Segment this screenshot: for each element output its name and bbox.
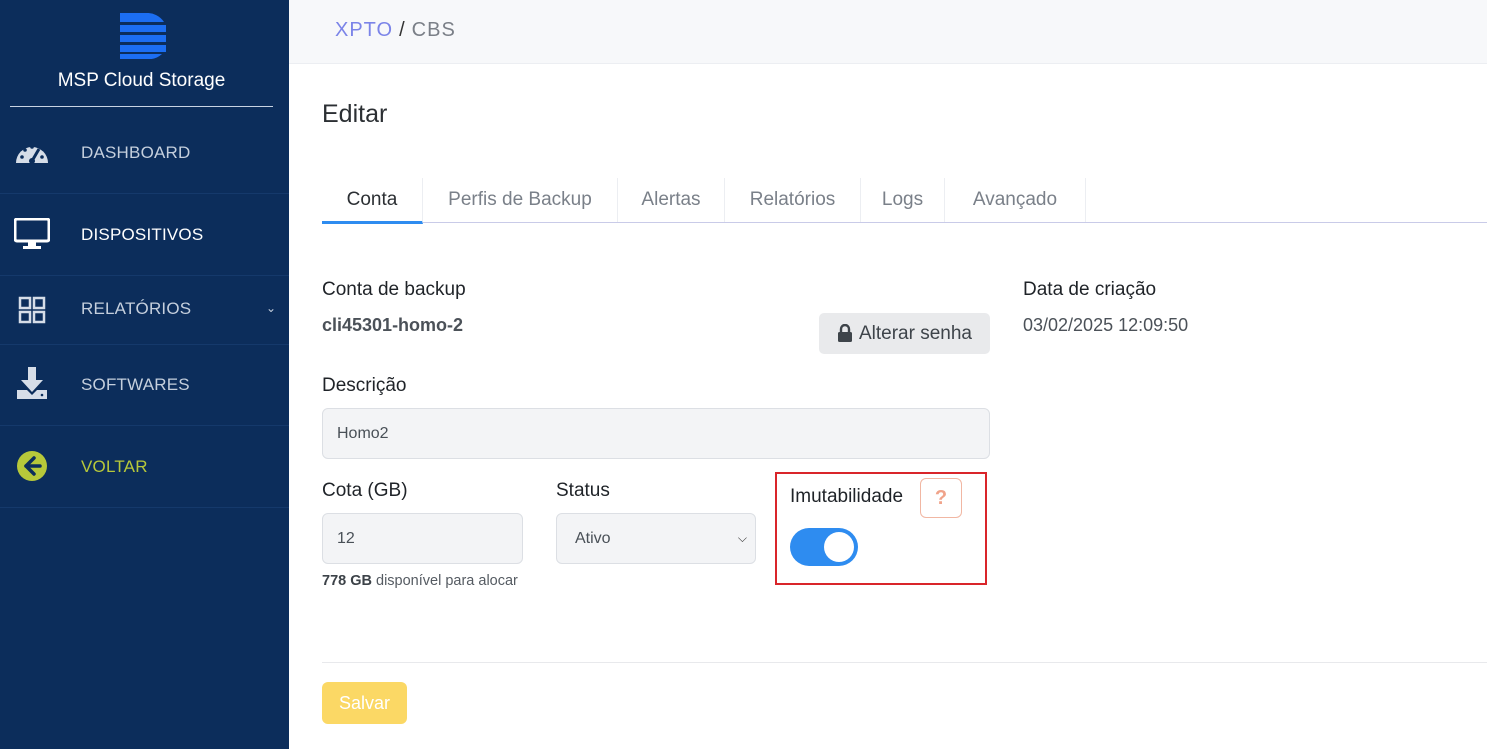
tab-relatorios[interactable]: Relatórios bbox=[725, 178, 861, 222]
monitor-icon bbox=[14, 216, 50, 252]
sidebar-item-label: DASHBOARD bbox=[81, 143, 191, 162]
created-label: Data de criação bbox=[1023, 279, 1157, 300]
tab-conta[interactable]: Conta bbox=[322, 178, 423, 224]
status-label: Status bbox=[556, 480, 610, 501]
sidebar-item-label: DISPOSITIVOS bbox=[81, 225, 204, 244]
tab-logs[interactable]: Logs bbox=[861, 178, 945, 222]
status-select[interactable]: Ativo ⌵ bbox=[556, 513, 756, 564]
created-value: 03/02/2025 12:09:50 bbox=[1023, 315, 1189, 335]
sidebar-item-label: VOLTAR bbox=[81, 457, 148, 476]
breadcrumb-separator: / bbox=[399, 19, 406, 41]
status-selected-value: Ativo bbox=[575, 529, 611, 547]
grid-icon bbox=[14, 292, 50, 328]
chevron-down-icon: ⌵ bbox=[737, 531, 747, 545]
page-title: Editar bbox=[322, 100, 388, 128]
quota-available-description: disponível para alocar bbox=[376, 573, 518, 589]
immutability-help-button[interactable]: ? bbox=[920, 478, 962, 518]
brand-name: MSP Cloud Storage bbox=[57, 70, 226, 91]
sidebar-item-relatorios[interactable]: RELATÓRIOS ⌄ bbox=[0, 276, 289, 345]
sidebar-item-voltar[interactable]: VOLTAR bbox=[0, 426, 289, 508]
description-input[interactable]: Homo2 bbox=[322, 408, 990, 459]
change-password-button[interactable]: Alterar senha bbox=[819, 313, 990, 354]
sidebar: MSP Cloud Storage DASHBOARD DISPOSITIVOS… bbox=[0, 0, 289, 749]
immutability-label: Imutabilidade bbox=[790, 486, 904, 507]
tab-alertas[interactable]: Alertas bbox=[618, 178, 725, 222]
account-value: cli45301-homo-2 bbox=[322, 315, 464, 335]
description-label: Descrição bbox=[322, 375, 407, 396]
quota-available-text: 778 GB disponível para alocar bbox=[322, 568, 522, 595]
sidebar-item-dashboard[interactable]: DASHBOARD bbox=[0, 112, 289, 194]
account-label: Conta de backup bbox=[322, 279, 466, 300]
quota-available-amount: 778 GB bbox=[322, 573, 372, 589]
toggle-knob bbox=[824, 532, 854, 562]
speedometer-icon bbox=[14, 134, 50, 170]
lock-icon bbox=[837, 324, 852, 342]
quota-label: Cota (GB) bbox=[322, 480, 408, 501]
form-divider bbox=[322, 662, 1487, 663]
brand-divider bbox=[10, 106, 273, 107]
change-password-label: Alterar senha bbox=[858, 322, 972, 344]
arrow-left-circle-icon bbox=[14, 448, 50, 484]
download-icon bbox=[14, 365, 50, 401]
sidebar-item-label: RELATÓRIOS bbox=[81, 299, 192, 318]
quota-input[interactable]: 12 bbox=[322, 513, 523, 564]
brand: MSP Cloud Storage bbox=[0, 0, 289, 108]
sidebar-item-label: SOFTWARES bbox=[81, 375, 190, 394]
top-bar: XPTO / CBS bbox=[289, 0, 1487, 64]
breadcrumb-current: CBS bbox=[411, 19, 456, 41]
immutability-toggle[interactable] bbox=[790, 528, 858, 566]
stacked-d-logo-icon bbox=[120, 13, 166, 59]
breadcrumb: XPTO / CBS bbox=[335, 19, 456, 42]
sidebar-item-dispositivos[interactable]: DISPOSITIVOS bbox=[0, 194, 289, 276]
breadcrumb-parent-link[interactable]: XPTO bbox=[335, 19, 393, 41]
tab-perfis-de-backup[interactable]: Perfis de Backup bbox=[423, 178, 618, 222]
tab-avancado[interactable]: Avançado bbox=[945, 178, 1086, 222]
sidebar-item-softwares[interactable]: SOFTWARES bbox=[0, 345, 289, 426]
chevron-down-icon: ⌄ bbox=[266, 301, 277, 315]
save-button[interactable]: Salvar bbox=[322, 682, 407, 724]
tab-bar: Conta Perfis de Backup Alertas Relatório… bbox=[322, 178, 1487, 224]
